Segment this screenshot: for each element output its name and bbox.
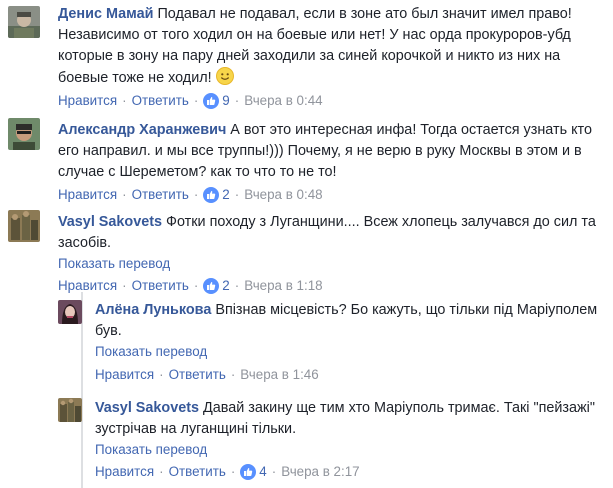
separator: · (234, 187, 240, 202)
like-link[interactable]: Нравится (58, 277, 117, 295)
avatar[interactable] (8, 118, 40, 150)
author-name[interactable]: Алёна Лунькова (95, 302, 211, 318)
separator: · (159, 367, 164, 382)
reply-item: Алёна Лунькова Впізнав місцевість? Бо ка… (0, 298, 613, 390)
separator: · (193, 187, 199, 202)
timestamp[interactable]: Вчера в 2:17 (281, 463, 359, 481)
like-link[interactable]: Нравится (58, 186, 117, 204)
author-name[interactable]: Vasyl Sakovets (95, 400, 199, 416)
comment-text: Денис Мамай Подавал не подавал, если в з… (58, 4, 606, 89)
comment-text: Алёна Лунькова Впізнав місцевість? Бо ка… (95, 300, 607, 342)
reply-link[interactable]: Ответить (169, 366, 226, 384)
like-link[interactable]: Нравится (58, 92, 117, 110)
reply-item: Vasyl Sakovets Давай закину ще тим хто М… (0, 396, 613, 488)
separator: · (234, 93, 240, 108)
comment-actions: Нравится · Ответить · Вчера в 1:46 (95, 366, 607, 384)
comment-item: Денис Мамай Подавал не подавал, если в з… (0, 0, 613, 110)
like-count[interactable]: 2 (222, 277, 229, 295)
comment-actions: Нравится · Ответить · 9 · Вчера в 0:44 (58, 92, 606, 110)
comment-item: Vasyl Sakovets Фотки походу з Луганщини.… (0, 208, 613, 294)
like-thumb-icon[interactable] (203, 93, 220, 109)
separator: · (193, 93, 199, 108)
separator: · (234, 278, 240, 293)
smile-emoji-icon (215, 67, 234, 85)
reply-link[interactable]: Ответить (132, 186, 189, 204)
separator: · (230, 464, 236, 479)
timestamp[interactable]: Вчера в 0:48 (244, 186, 322, 204)
like-count[interactable]: 9 (222, 92, 229, 110)
timestamp[interactable]: Вчера в 1:18 (244, 277, 322, 295)
reply-link[interactable]: Ответить (169, 463, 226, 481)
timestamp[interactable]: Вчера в 0:44 (244, 92, 322, 110)
like-link[interactable]: Нравится (95, 366, 154, 384)
avatar[interactable] (8, 6, 40, 38)
author-name[interactable]: Vasyl Sakovets (58, 214, 162, 230)
separator: · (193, 278, 199, 293)
timestamp[interactable]: Вчера в 1:46 (240, 366, 318, 384)
separator: · (159, 464, 164, 479)
show-translation-link[interactable]: Показать перевод (95, 343, 607, 361)
avatar[interactable] (58, 398, 82, 422)
like-count[interactable]: 4 (259, 463, 266, 481)
like-thumb-icon[interactable] (240, 464, 257, 480)
separator: · (122, 93, 127, 108)
comment-text: Vasyl Sakovets Давай закину ще тим хто М… (95, 398, 607, 440)
comment-actions: Нравится · Ответить · 4 · Вчера в 2:17 (95, 463, 607, 481)
separator: · (230, 367, 236, 382)
show-translation-link[interactable]: Показать перевод (58, 255, 608, 273)
avatar[interactable] (58, 300, 82, 324)
like-thumb-icon[interactable] (203, 187, 220, 203)
reply-link[interactable]: Ответить (132, 277, 189, 295)
author-name[interactable]: Александр Харанжевич (58, 122, 226, 138)
comment-text: Vasyl Sakovets Фотки походу з Луганщини.… (58, 212, 608, 254)
comment-actions: Нравится · Ответить · 2 · Вчера в 1:18 (58, 277, 608, 295)
separator: · (122, 278, 127, 293)
author-name[interactable]: Денис Мамай (58, 6, 153, 22)
like-link[interactable]: Нравится (95, 463, 154, 481)
separator: · (271, 464, 277, 479)
like-thumb-icon[interactable] (203, 278, 220, 294)
like-count[interactable]: 2 (222, 186, 229, 204)
comment-actions: Нравится · Ответить · 2 · Вчера в 0:48 (58, 186, 608, 204)
comment-item: Александр Харанжевич А вот это интересна… (0, 116, 613, 206)
avatar[interactable] (8, 210, 40, 242)
separator: · (122, 187, 127, 202)
show-translation-link[interactable]: Показать перевод (95, 441, 607, 459)
comment-text: Александр Харанжевич А вот это интересна… (58, 120, 608, 183)
reply-link[interactable]: Ответить (132, 92, 189, 110)
